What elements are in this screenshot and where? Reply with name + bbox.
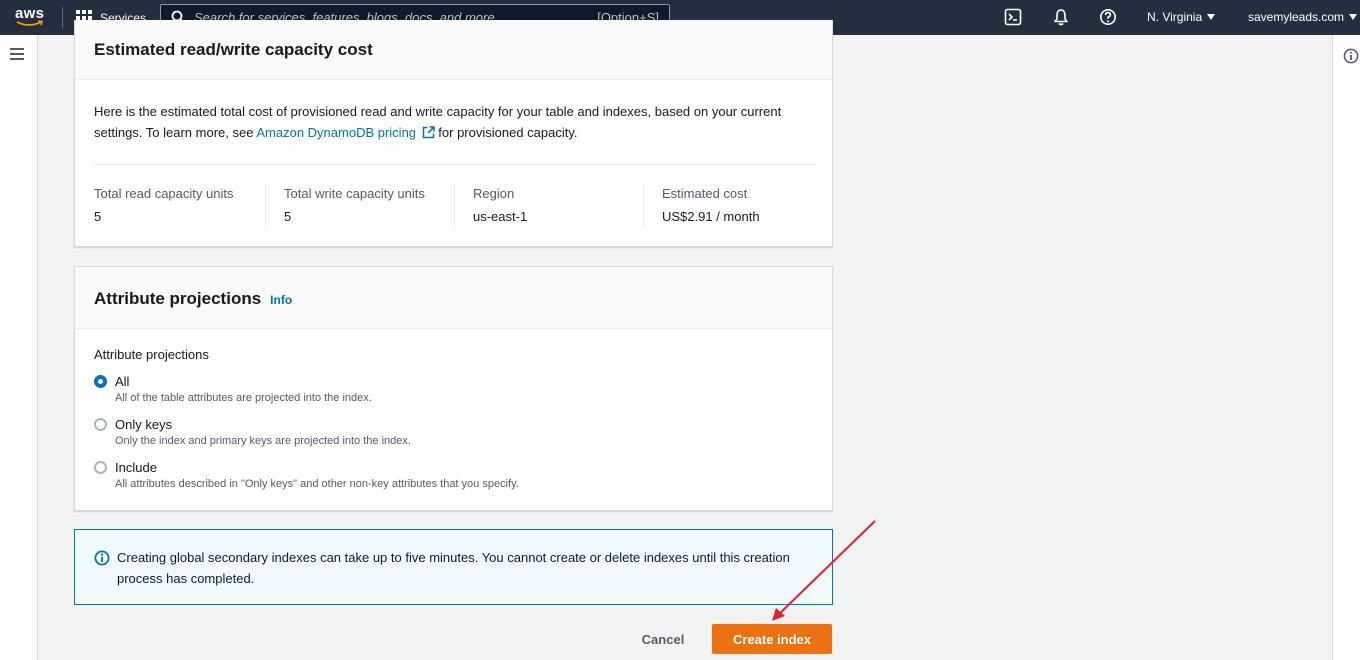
attribute-projections-panel: Attribute projections Info Attribute pro… [74, 266, 833, 511]
nav-divider [62, 7, 63, 28]
alert-message: Creating global secondary indexes can ta… [117, 550, 790, 586]
estimated-cost-value: US$2.91 / month [662, 209, 760, 224]
radio-option-all[interactable]: All All of the table attributes are proj… [94, 373, 372, 406]
projections-panel-title: Attribute projections [94, 289, 262, 308]
cost-panel-title: Estimated read/write capacity cost [94, 40, 373, 59]
account-label: savemyleads.com [1248, 10, 1345, 24]
radio-label-all: All [115, 374, 130, 389]
estimated-cost-field: Estimated cost US$2.91 / month [662, 185, 760, 225]
cost-divider [94, 164, 814, 165]
read-capacity-field: Total read capacity units 5 [94, 185, 233, 225]
dynamodb-pricing-link[interactable]: Amazon DynamoDB pricing [256, 125, 435, 140]
right-tools-rail [1332, 35, 1360, 660]
info-panel-icon[interactable] [1343, 48, 1359, 64]
radio-label-include: Include [115, 460, 157, 475]
cost-description: Here is the estimated total cost of prov… [94, 101, 819, 143]
cost-panel-header: Estimated read/write capacity cost [75, 20, 832, 80]
field-separator [454, 184, 455, 228]
radio-button[interactable] [94, 418, 107, 431]
cost-description-suffix: for provisioned capacity. [434, 125, 578, 140]
read-capacity-value: 5 [94, 209, 102, 224]
projections-field-label: Attribute projections [94, 347, 209, 362]
write-capacity-field: Total write capacity units 5 [284, 185, 425, 225]
region-field-value: us-east-1 [473, 209, 528, 224]
chevron-down-icon [1349, 14, 1358, 20]
write-capacity-value: 5 [284, 209, 292, 224]
region-field-label: Region [473, 186, 515, 201]
pricing-link-text: Amazon DynamoDB pricing [256, 125, 417, 140]
field-separator [643, 184, 644, 228]
radio-description-only-keys: Only the index and primary keys are proj… [115, 435, 411, 447]
help-icon[interactable] [1099, 8, 1117, 26]
notifications-bell-icon[interactable] [1052, 8, 1070, 26]
cancel-button[interactable]: Cancel [628, 624, 698, 654]
radio-option-only-keys[interactable]: Only keys Only the index and primary key… [94, 416, 411, 449]
info-circle-icon [94, 550, 110, 566]
account-menu[interactable]: savemyleads.com [1248, 10, 1358, 24]
create-index-button[interactable]: Create index [712, 624, 832, 654]
field-separator [265, 184, 266, 228]
radio-option-include[interactable]: Include All attributes described in "Onl… [94, 459, 519, 492]
estimated-cost-panel: Estimated read/write capacity cost Here … [74, 20, 833, 247]
aws-smile-icon [16, 20, 43, 26]
cloudshell-icon[interactable] [1004, 8, 1022, 26]
hamburger-menu-icon[interactable] [10, 48, 26, 62]
region-field: Region us-east-1 [473, 185, 527, 225]
aws-logo[interactable]: aws [15, 5, 47, 28]
chevron-down-icon [1207, 14, 1216, 20]
estimated-cost-label: Estimated cost [662, 186, 748, 201]
write-capacity-label: Total write capacity units [284, 186, 425, 201]
region-selector[interactable]: N. Virginia [1147, 10, 1216, 24]
region-label: N. Virginia [1147, 10, 1203, 24]
projections-panel-header: Attribute projections Info [75, 267, 832, 329]
external-link-icon [422, 126, 435, 139]
radio-label-only-keys: Only keys [115, 417, 173, 432]
radio-description-include: All attributes described in "Only keys" … [115, 478, 519, 490]
radio-button[interactable] [94, 461, 107, 474]
radio-button-selected[interactable] [94, 375, 107, 388]
info-alert: Creating global secondary indexes can ta… [74, 529, 833, 605]
radio-description-all: All of the table attributes are projecte… [115, 392, 372, 404]
info-link[interactable]: Info [270, 293, 292, 307]
left-navigation-rail [0, 35, 38, 660]
read-capacity-label: Total read capacity units [94, 186, 234, 201]
